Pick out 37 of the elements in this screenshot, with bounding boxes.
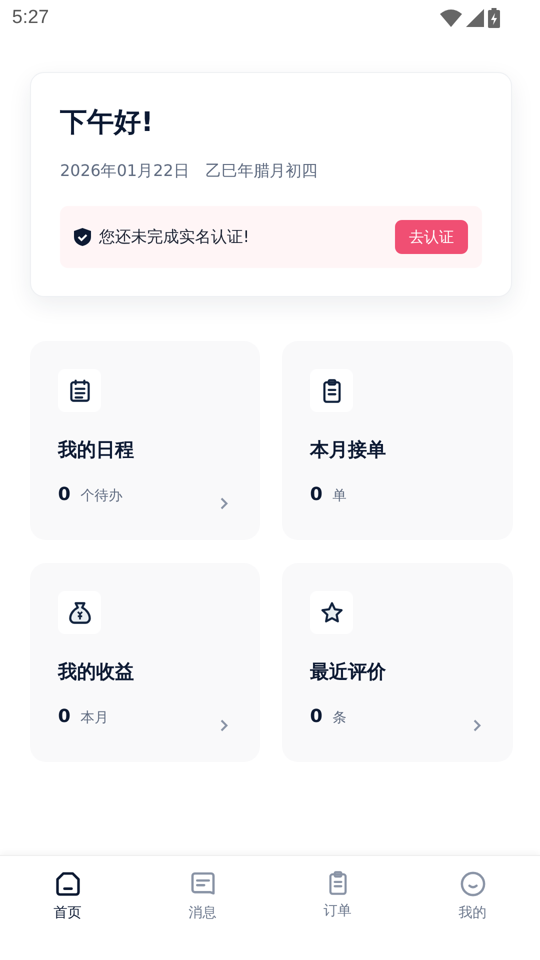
battery-icon	[488, 8, 500, 28]
card-title: 我的日程	[58, 438, 135, 462]
wifi-icon	[440, 9, 462, 27]
count-value: 0	[58, 706, 71, 727]
nav-tab[interactable]: 我的	[405, 856, 540, 960]
stat-card[interactable]: 本月接单 0 单	[282, 341, 513, 540]
nav-label: 消息	[188, 904, 216, 922]
face-icon	[458, 870, 486, 898]
star-icon	[318, 600, 344, 626]
nav-label: 订单	[324, 902, 352, 920]
home-icon	[54, 870, 82, 898]
nav-tab[interactable]: 首页	[0, 856, 135, 960]
count-unit: 个待办	[80, 487, 123, 505]
lunar-date-text: 乙巳年腊月初四	[205, 161, 318, 182]
count-value: 0	[310, 706, 323, 727]
nav-tab[interactable]: 订单	[270, 856, 405, 960]
stat-card[interactable]: 我的日程 0 个待办	[30, 341, 260, 540]
count-unit: 本月	[80, 709, 109, 727]
shield-check-icon	[74, 228, 91, 246]
nav-label: 我的	[458, 904, 486, 922]
nav-label: 首页	[54, 904, 82, 922]
card-title: 我的收益	[58, 660, 135, 684]
nav-tab[interactable]: 消息	[135, 856, 270, 960]
date-text: 2026年01月22日	[60, 161, 190, 182]
notice-text: 您还未完成实名认证!	[99, 226, 250, 248]
card-title: 最近评价	[310, 660, 387, 684]
card-title: 本月接单	[310, 438, 387, 462]
status-time: 5:27	[12, 7, 49, 29]
stat-card[interactable]: 我的收益 0 本月	[30, 563, 260, 762]
signal-icon	[466, 9, 484, 27]
count-unit: 条	[332, 709, 347, 727]
count-unit: 单	[332, 487, 347, 505]
count-value: 0	[310, 484, 323, 505]
money-bag-icon	[66, 600, 92, 626]
stat-card[interactable]: 最近评价 0 条	[282, 563, 513, 762]
count-value: 0	[58, 484, 71, 505]
greeting-title: 下午好!	[60, 106, 154, 140]
